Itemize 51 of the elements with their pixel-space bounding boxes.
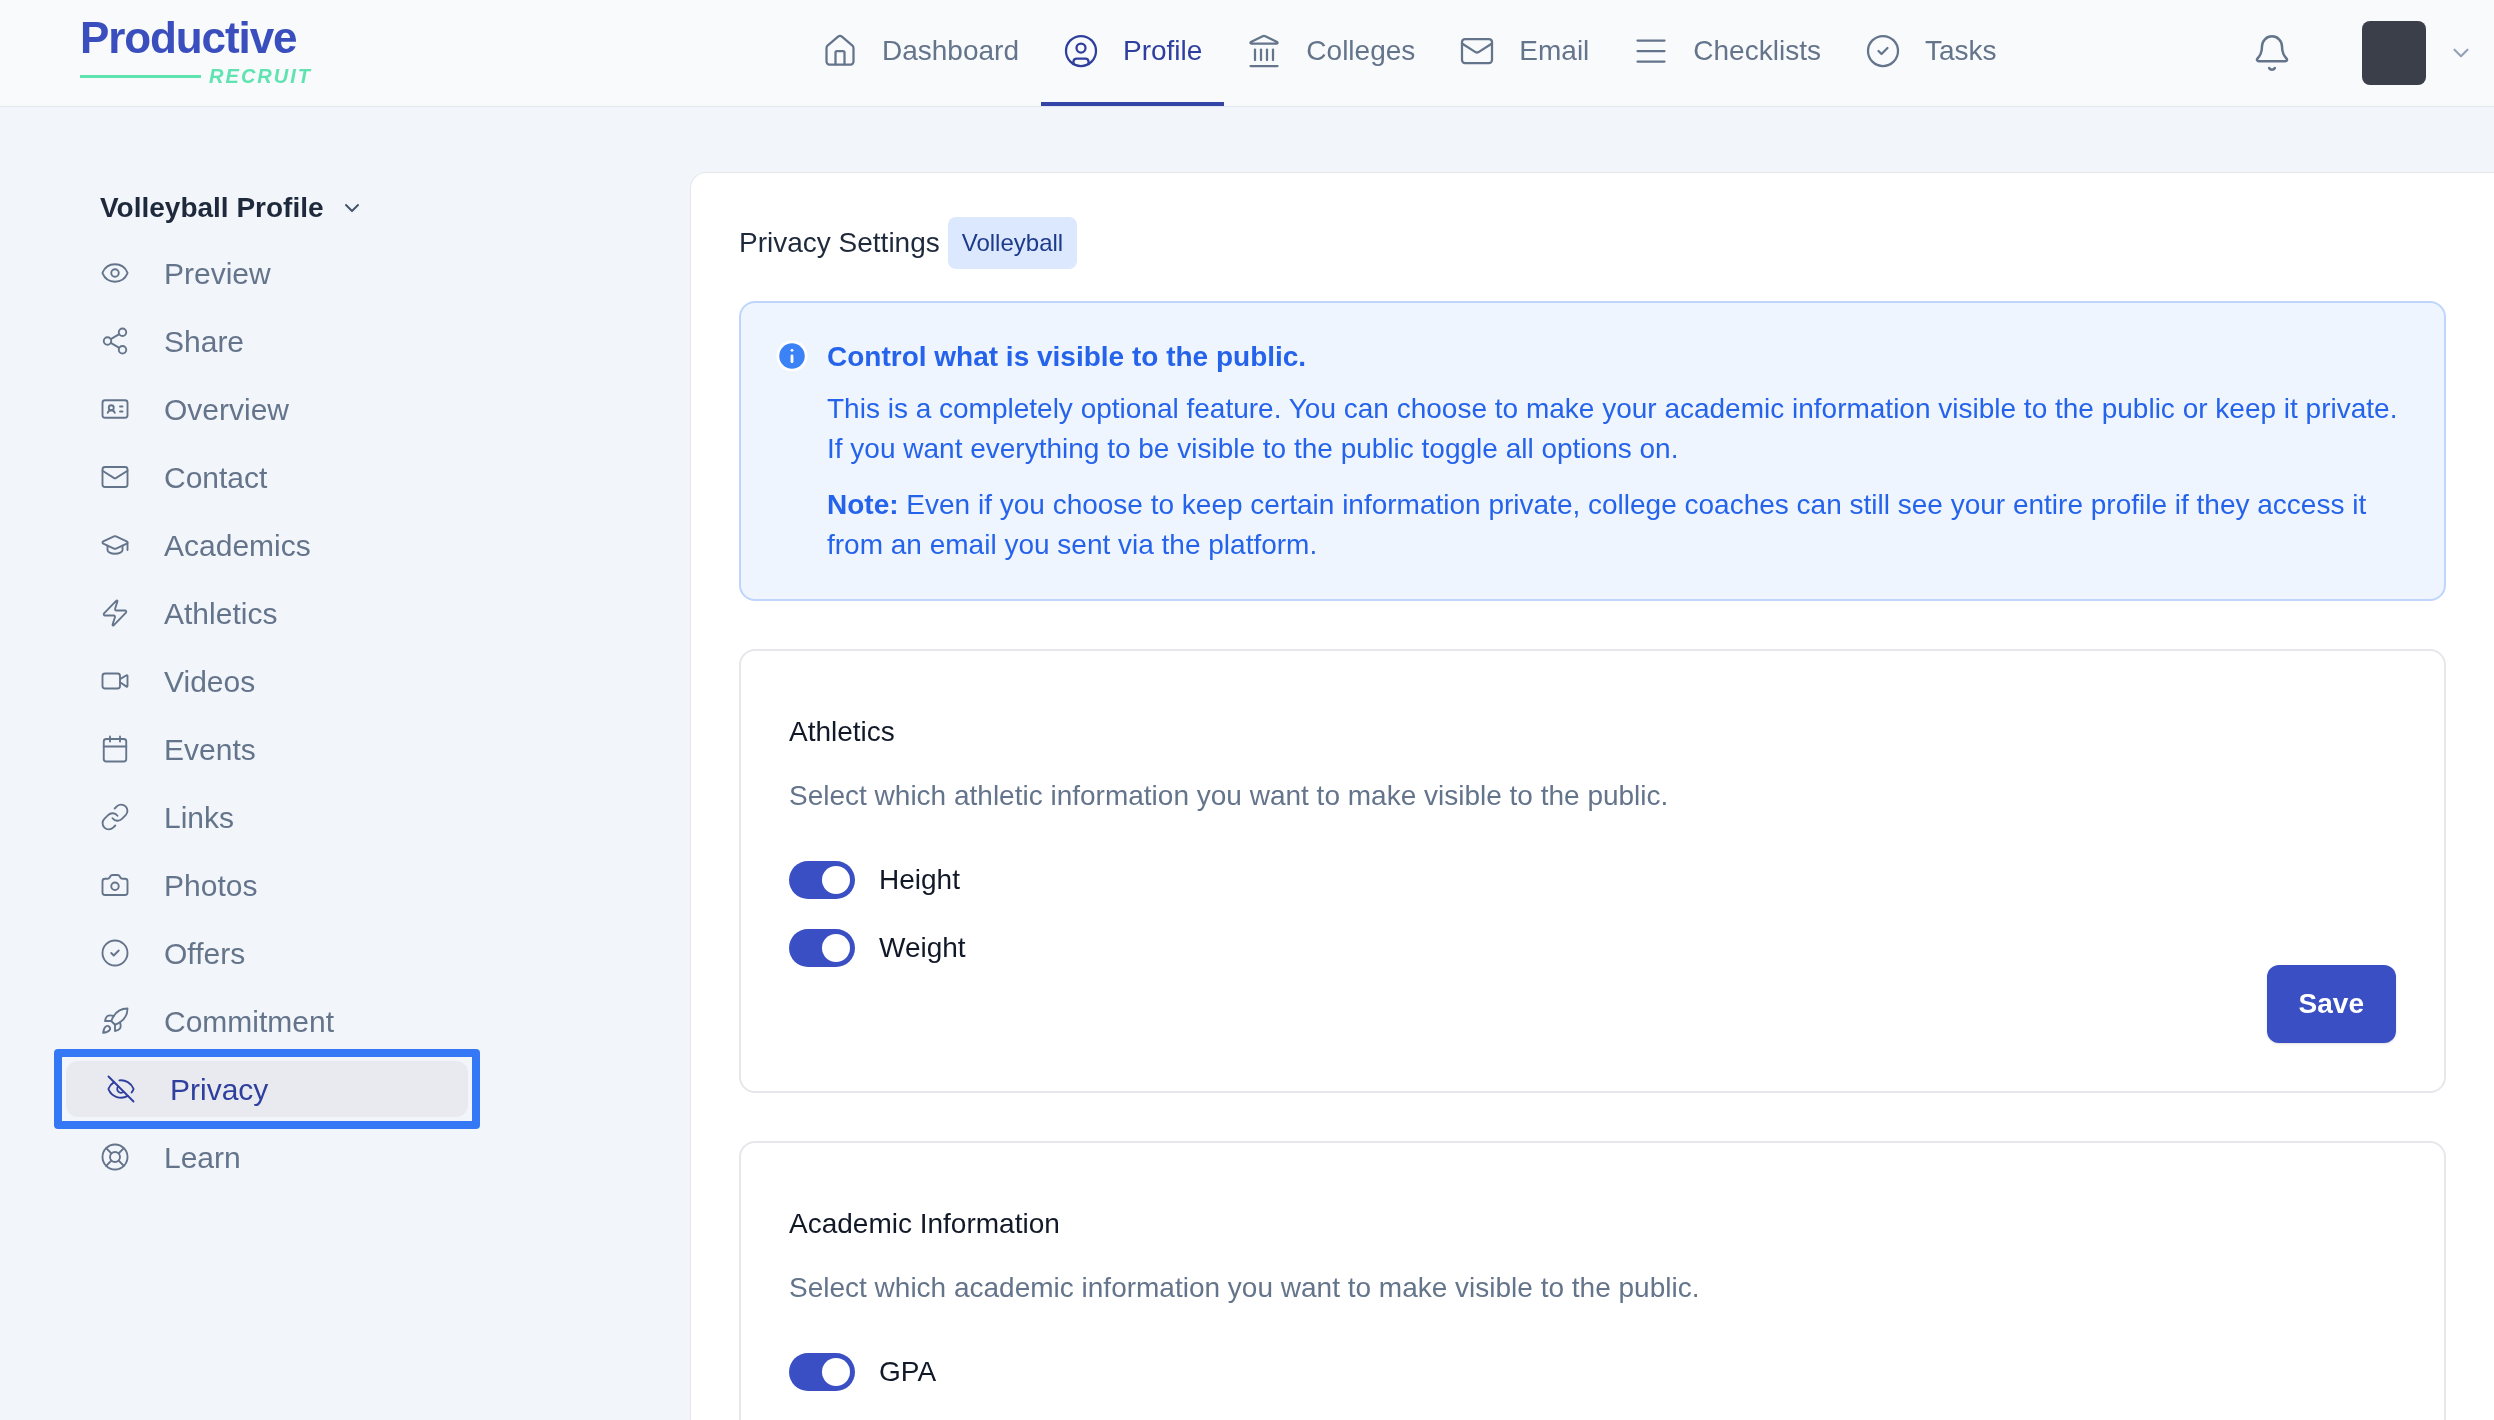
- page-title: Privacy Settings: [739, 226, 940, 260]
- card-title: Athletics: [789, 715, 896, 749]
- sidebar-item[interactable]: Privacy: [66, 1061, 468, 1117]
- sidebar-item[interactable]: Events: [60, 721, 474, 777]
- toggle-switch[interactable]: [789, 929, 855, 967]
- sidebar-item[interactable]: Photos: [60, 857, 474, 913]
- card-title: Academic Information: [789, 1207, 1061, 1241]
- share-icon: [100, 326, 130, 356]
- eye-off-icon: [106, 1074, 136, 1104]
- check-circle-icon: [1864, 33, 1901, 69]
- sport-tag: Volleyball: [947, 217, 1078, 269]
- sidebar-item[interactable]: Academics: [60, 517, 474, 573]
- nav-tab[interactable]: Profile: [1041, 0, 1225, 106]
- info-icon: [775, 339, 809, 373]
- nav-tab[interactable]: Tasks: [1842, 0, 2019, 106]
- toggle-switch[interactable]: [789, 1353, 855, 1391]
- check-circle-icon: [100, 938, 130, 968]
- calendar-icon: [100, 734, 130, 764]
- sidebar-title[interactable]: Volleyball Profile: [100, 187, 324, 229]
- card-description: Select which academic information you want to make visible to the public.: [789, 1271, 1701, 1305]
- toggle-switch[interactable]: [789, 861, 855, 899]
- sidebar-item[interactable]: Commitment: [60, 993, 474, 1049]
- sidebar-item[interactable]: Contact: [60, 449, 474, 505]
- logo-wordmark: Productive: [80, 15, 297, 61]
- sidebar-item[interactable]: Overview: [60, 381, 474, 437]
- nav-tab[interactable]: Checklists: [1611, 0, 1843, 106]
- link-icon: [100, 802, 130, 832]
- toggle-label: GPA: [879, 1355, 937, 1389]
- card-description: Select which athletic information you want to make visible to the public.: [789, 779, 1670, 813]
- sidebar-item[interactable]: Offers: [60, 925, 474, 981]
- lightning-icon: [100, 598, 130, 628]
- sidebar-item[interactable]: Links: [60, 789, 474, 845]
- lifebuoy-icon: [100, 1142, 130, 1172]
- sidebar-item[interactable]: Athletics: [60, 585, 474, 641]
- sidebar-item[interactable]: Learn: [60, 1129, 474, 1185]
- home-icon: [822, 33, 858, 69]
- sidebar-item[interactable]: Videos: [60, 653, 474, 709]
- nav-tab[interactable]: Dashboard: [800, 0, 1041, 106]
- nav-tab[interactable]: Email: [1437, 0, 1612, 106]
- sidebar-item[interactable]: Preview: [60, 245, 474, 301]
- nav-tab[interactable]: Colleges: [1224, 0, 1438, 106]
- callout-text: This is a completely optional feature. You can choose to make your academic information visible to the public or keep it private. If you want everything to be visible to the public toggle all options on.: [827, 392, 2399, 466]
- callout-title: Control what is visible to the public.: [827, 340, 1308, 374]
- toggle-label: Weight: [879, 931, 966, 965]
- rocket-icon: [100, 1006, 130, 1036]
- sidebar-item[interactable]: Share: [60, 313, 474, 369]
- save-button[interactable]: Save: [2266, 965, 2396, 1043]
- callout-text: Note: Even if you choose to keep certain information private, college coaches can still see your entire profile if they access it from an email you sent via the platform.: [827, 488, 2368, 562]
- toggle-label: Height: [879, 863, 960, 897]
- logo-tagline: RECRUIT: [209, 64, 312, 89]
- user-icon: [1063, 33, 1099, 69]
